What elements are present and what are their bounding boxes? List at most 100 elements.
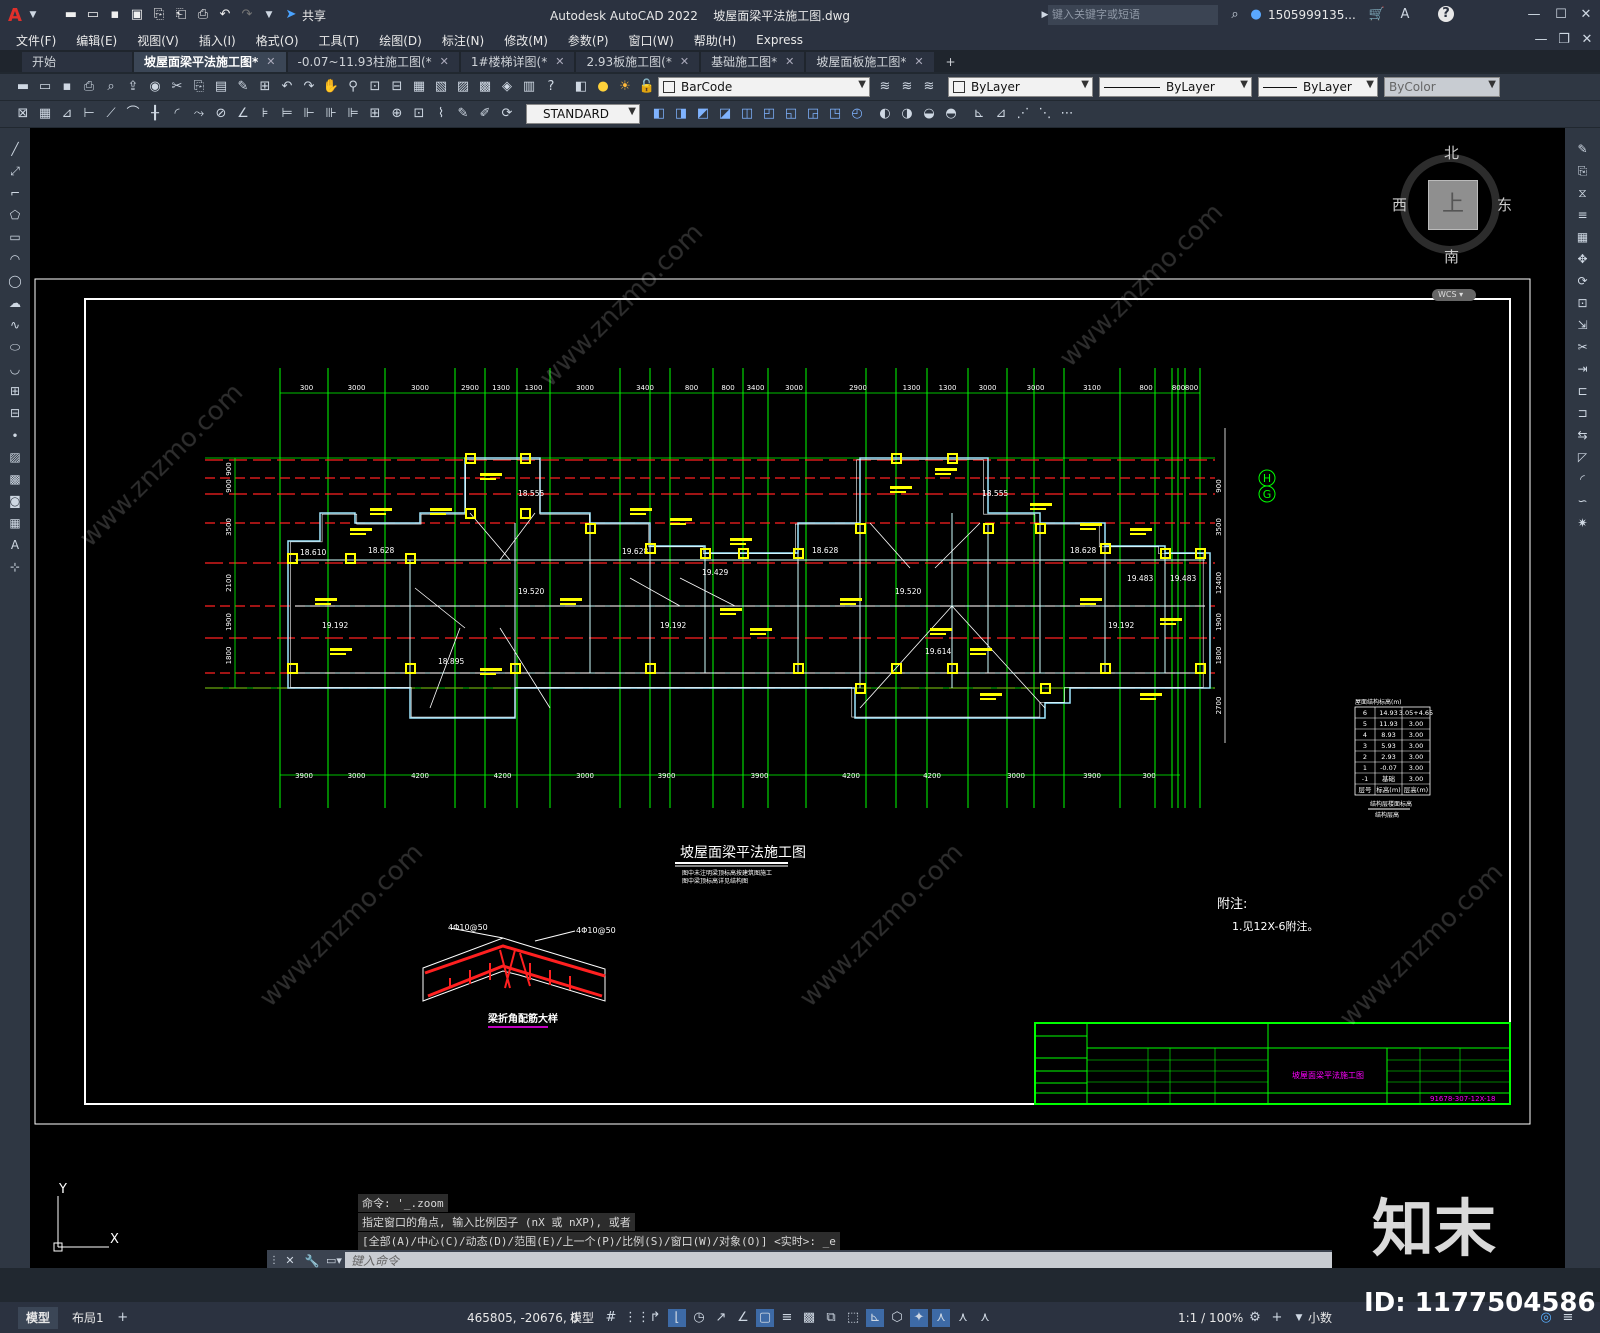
- zoom-previous-icon[interactable]: ⊟: [388, 78, 406, 96]
- model-space-toggle[interactable]: 模型: [570, 1309, 594, 1326]
- calculator-icon[interactable]: ▥: [520, 78, 538, 96]
- command-recent-icon[interactable]: ▭▾: [325, 1252, 343, 1268]
- ellipse-arc-icon[interactable]: ◡: [6, 360, 24, 378]
- center-mark-icon[interactable]: ⊕: [388, 105, 406, 123]
- copy-icon[interactable]: ⎘: [190, 78, 208, 96]
- view-back-icon[interactable]: ◨: [672, 105, 690, 123]
- a360-icon[interactable]: A: [1396, 6, 1414, 24]
- view-ne-icon[interactable]: ◳: [826, 105, 844, 123]
- polar-icon[interactable]: ◷: [690, 1309, 708, 1327]
- command-grip-icon[interactable]: ⋮: [269, 1252, 279, 1268]
- compass-north[interactable]: 北: [1444, 142, 1459, 163]
- tab-close-icon[interactable]: ✕: [914, 52, 923, 72]
- join-icon[interactable]: ⇆: [1574, 426, 1592, 444]
- view-se-icon[interactable]: ◲: [804, 105, 822, 123]
- publish-icon[interactable]: ⇪: [124, 78, 142, 96]
- tab-close-icon[interactable]: ✕: [680, 52, 689, 72]
- osnap-icon[interactable]: ▢: [756, 1308, 774, 1327]
- share-button[interactable]: 共享: [302, 7, 326, 24]
- undo-icon[interactable]: ↶: [278, 78, 296, 96]
- ellipse-icon[interactable]: ⬭: [6, 338, 24, 356]
- snap-icon[interactable]: ⋮⋮: [624, 1309, 650, 1327]
- wcs-menu[interactable]: WCS ▾: [1432, 289, 1476, 301]
- export-icon[interactable]: ⎗: [172, 6, 190, 24]
- polyline-icon[interactable]: ⌐: [6, 184, 24, 202]
- transparency-icon[interactable]: ▩: [800, 1309, 818, 1327]
- dim-break-icon[interactable]: ⊫: [344, 105, 362, 123]
- ortho-icon[interactable]: ⌊: [668, 1308, 686, 1327]
- cart-icon[interactable]: 🛒: [1368, 6, 1386, 24]
- menu-insert[interactable]: 插入(I): [199, 32, 236, 49]
- selection-filter-icon[interactable]: ⬡: [888, 1309, 906, 1327]
- close-icon[interactable]: ✕: [1577, 6, 1595, 24]
- arc-length-icon[interactable]: ⌒: [124, 105, 142, 123]
- line-icon[interactable]: ╱: [6, 140, 24, 158]
- compass-south[interactable]: 南: [1444, 246, 1459, 267]
- coordinates[interactable]: 465805, -20676, 0: [467, 1311, 578, 1325]
- array-icon[interactable]: ▦: [1574, 228, 1592, 246]
- tab-foundation[interactable]: 基础施工图* ✕: [701, 52, 805, 72]
- workspace-gear-icon[interactable]: ⚙: [1246, 1309, 1264, 1327]
- quick-dim-icon[interactable]: ⊧: [256, 105, 274, 123]
- view-nw-icon[interactable]: ◴: [848, 105, 866, 123]
- viewcube-face-top[interactable]: 上: [1428, 180, 1478, 230]
- grid-icon[interactable]: #: [602, 1309, 620, 1327]
- point-icon[interactable]: ∙: [6, 426, 24, 444]
- polygon-icon[interactable]: ⬠: [6, 206, 24, 224]
- view-front-icon[interactable]: ◧: [650, 105, 668, 123]
- isodraft-icon[interactable]: ↗: [712, 1309, 730, 1327]
- menu-format[interactable]: 格式(O): [256, 32, 299, 49]
- stretch-icon[interactable]: ⇲: [1574, 316, 1592, 334]
- match-prop-icon[interactable]: ✎: [234, 78, 252, 96]
- radius-dim-icon[interactable]: ◜: [168, 105, 186, 123]
- ucs-world-icon[interactable]: ⊿: [992, 105, 1010, 123]
- layer-manager-icon[interactable]: ◧: [572, 78, 590, 96]
- share-icon[interactable]: ➤: [282, 6, 300, 24]
- tab-close-icon[interactable]: ✕: [440, 52, 449, 72]
- add-selected-icon[interactable]: ⊹: [6, 558, 24, 576]
- table-icon[interactable]: ▦: [6, 514, 24, 532]
- help-icon[interactable]: ?: [1438, 6, 1454, 22]
- new-tab-button[interactable]: +: [936, 52, 966, 72]
- menu-window[interactable]: 窗口(W): [629, 32, 674, 49]
- linear-dim-icon[interactable]: ⊢: [80, 105, 98, 123]
- dim-text-edit-icon[interactable]: ✐: [476, 105, 494, 123]
- realistic-icon[interactable]: ◑: [898, 105, 916, 123]
- jogged-linear-icon[interactable]: ⌇: [432, 105, 450, 123]
- tolerance-icon[interactable]: ▦: [36, 105, 54, 123]
- save-as-icon[interactable]: ▣: [128, 6, 146, 24]
- ucs-icon[interactable]: ⊾: [970, 105, 988, 123]
- jogged-dim-icon[interactable]: ⤳: [190, 105, 208, 123]
- revision-cloud-icon[interactable]: ☁: [6, 294, 24, 312]
- command-close-icon[interactable]: ✕: [281, 1252, 299, 1268]
- offset-icon[interactable]: ≡: [1574, 206, 1592, 224]
- sun-icon[interactable]: ☀: [616, 78, 634, 96]
- tool-palettes-icon[interactable]: ▨: [454, 78, 472, 96]
- selection-cycling-icon[interactable]: ⧉: [822, 1309, 840, 1327]
- redo-icon[interactable]: ↷: [300, 78, 318, 96]
- insert-block-icon[interactable]: ⊞: [6, 382, 24, 400]
- open-folder-icon[interactable]: ▭: [84, 6, 102, 24]
- mirror-icon[interactable]: ⧖: [1574, 184, 1592, 202]
- color-dropdown[interactable]: ByLayer ▼: [948, 77, 1093, 97]
- lock-icon[interactable]: 🔓: [638, 78, 656, 96]
- circle-icon[interactable]: ◯: [6, 272, 24, 290]
- blend-icon[interactable]: ∽: [1574, 492, 1592, 510]
- plotstyle-dropdown[interactable]: ByColor ▼: [1384, 77, 1500, 97]
- explode-icon[interactable]: ✷: [1574, 514, 1592, 532]
- pan-icon[interactable]: ✋: [322, 78, 340, 96]
- chamfer-icon[interactable]: ◸: [1574, 448, 1592, 466]
- save-icon[interactable]: ▪: [106, 6, 124, 24]
- units-display[interactable]: 小数: [1308, 1309, 1332, 1326]
- ucs-face-icon[interactable]: ⋱: [1036, 105, 1054, 123]
- add-layout-icon[interactable]: +: [114, 1309, 132, 1327]
- chevron-down-icon[interactable]: ▼: [24, 6, 42, 24]
- search-icon[interactable]: ⌕: [1226, 6, 1244, 24]
- zoom-realtime-icon[interactable]: ⚲: [344, 78, 362, 96]
- annotation-scale-icon[interactable]: ⋏: [976, 1309, 994, 1327]
- drawing-canvas[interactable]: 300 3000 3000 2900 1300 1300 3000 3400 800 800 340…: [30, 128, 1565, 1268]
- customize-icon[interactable]: ▼: [260, 6, 278, 24]
- layout-tab-layout1[interactable]: 布局1: [64, 1307, 112, 1329]
- menu-help[interactable]: 帮助(H): [694, 32, 736, 49]
- ucs-object-icon[interactable]: ⋯: [1058, 105, 1076, 123]
